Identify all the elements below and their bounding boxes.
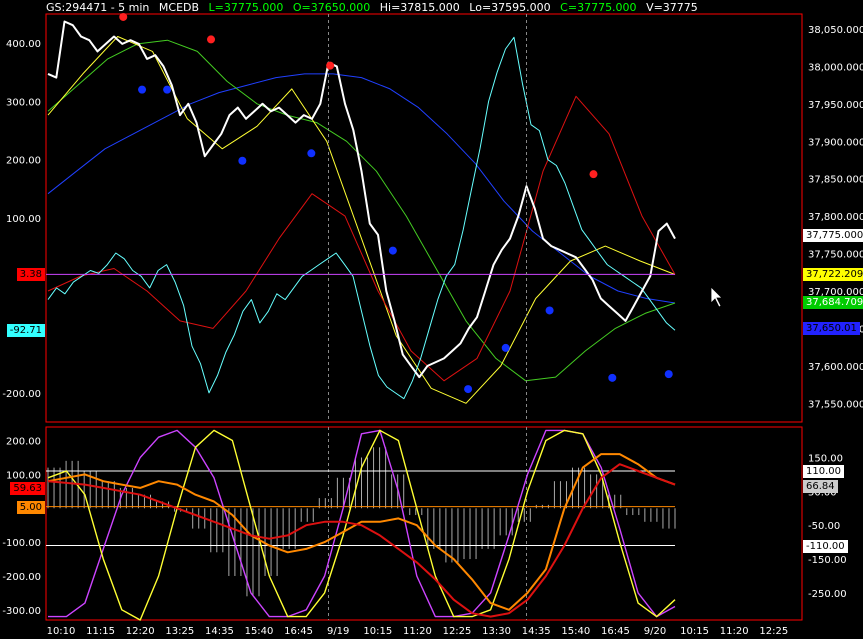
upper-left-tick: 300.00 — [6, 97, 41, 108]
upper-price-plot — [46, 12, 676, 422]
time-tick: 16:45 — [601, 626, 630, 637]
upper-right-tick: 37,600.000 — [808, 362, 863, 373]
lower-left-tick: -200.00 — [2, 572, 41, 583]
time-tick: 16:45 — [284, 626, 313, 637]
upper-right-tick: 37,900.000 — [808, 137, 863, 148]
chart-canvas[interactable]: 400.00 300.00 200.00 100.00 -200.00 38,050.00… — [0, 0, 863, 639]
upper-left-tick: 100.00 — [6, 214, 41, 225]
down-marker-7 — [545, 306, 554, 315]
right-tag-upper-2: 37,684.709 — [803, 296, 863, 310]
mouse-cursor-icon — [710, 286, 723, 308]
time-tick: 11:20 — [720, 626, 749, 637]
right-tag-lower-2: -110.00 — [803, 539, 848, 553]
right-tag-upper-3: 37,650.01 — [803, 322, 860, 336]
time-tick: 15:40 — [561, 626, 590, 637]
series-blue-line — [47, 73, 676, 304]
time-tick: 10:10 — [47, 626, 76, 637]
down-marker-8 — [608, 373, 617, 382]
time-tick: 10:15 — [363, 626, 392, 637]
up-marker-3 — [589, 170, 598, 179]
lower-right-tick: 150.00 — [808, 453, 843, 464]
time-tick: 12:25 — [443, 626, 472, 637]
time-tick: 9/20 — [644, 626, 666, 637]
series-price-line — [47, 20, 676, 379]
left-tag-orange-osc: 5.00 — [16, 500, 45, 514]
left-tag-red-osc: 59.63 — [10, 482, 45, 496]
right-tag-lower-1: 66.84 — [803, 479, 838, 493]
down-marker-2 — [238, 156, 247, 165]
lower-right-tick: -150.00 — [808, 555, 847, 566]
upper-right-tick: 38,000.000 — [808, 62, 863, 73]
up-marker-0 — [119, 12, 128, 21]
right-tag-lower-0: 110.00 — [803, 465, 844, 479]
lower-left-tick: 200.00 — [6, 437, 41, 448]
time-tick: 13:30 — [482, 626, 511, 637]
down-marker-3 — [307, 149, 316, 158]
up-marker-2 — [326, 61, 335, 70]
down-marker-0 — [138, 85, 147, 94]
down-marker-6 — [501, 343, 510, 352]
time-tick: 9/19 — [327, 626, 349, 637]
upper-left-tick: 200.00 — [6, 156, 41, 167]
time-tick: 10:15 — [680, 626, 709, 637]
lower-right-tick: -250.00 — [808, 589, 847, 600]
right-tag-upper-0: 37,775.000 — [803, 228, 863, 242]
upper-right-tick: 38,050.000 — [808, 25, 863, 36]
lower-right-tick: -50.00 — [808, 521, 840, 532]
upper-right-tick: 37,550.000 — [808, 399, 863, 410]
time-tick: 11:15 — [86, 626, 115, 637]
upper-right-tick: 37,950.000 — [808, 100, 863, 111]
time-tick: 15:40 — [245, 626, 274, 637]
lower-left-tick: 100.00 — [6, 470, 41, 481]
time-tick: 14:35 — [522, 626, 551, 637]
left-tag-cyan-value: -92.71 — [6, 324, 45, 338]
time-tick: 12:20 — [126, 626, 155, 637]
time-tick: 12:25 — [759, 626, 788, 637]
upper-right-tick: 37,750.000 — [808, 250, 863, 261]
time-tick: 14:35 — [205, 626, 234, 637]
down-marker-9 — [664, 370, 673, 379]
time-tick: 13:25 — [165, 626, 194, 637]
time-tick: 11:20 — [403, 626, 432, 637]
right-tag-upper-1: 37,722.209 — [803, 268, 863, 282]
lower-left-tick: -300.00 — [2, 606, 41, 617]
left-tag-magenta-value: 3.38 — [16, 268, 45, 282]
upper-right-tick: 37,800.000 — [808, 212, 863, 223]
down-marker-1 — [163, 85, 172, 94]
lower-left-tick: -100.00 — [2, 538, 41, 549]
down-marker-4 — [388, 246, 397, 255]
upper-left-tick: -200.00 — [2, 389, 41, 400]
lower-oscillator-plot — [46, 427, 676, 621]
down-marker-5 — [464, 385, 473, 394]
chart-window: GS:294471 - 5 min MCEDB L=37775.000 O=37… — [0, 0, 863, 639]
upper-panel-frame — [45, 13, 803, 423]
up-marker-1 — [207, 35, 216, 44]
upper-left-tick: 400.00 — [6, 39, 41, 50]
upper-right-tick: 37,850.000 — [808, 175, 863, 186]
